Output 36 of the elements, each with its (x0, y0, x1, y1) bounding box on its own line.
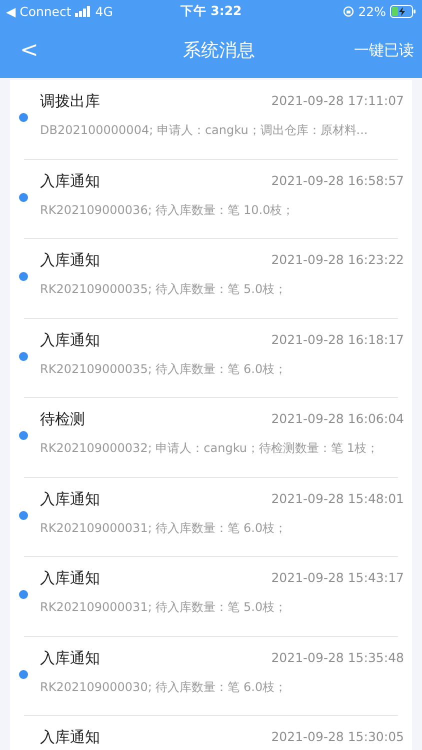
carrier-text: ◀ Connect (6, 4, 72, 18)
message-title: 入库通知 (40, 330, 100, 350)
message-detail: RK202109000031; 待入库数量：笔 6.0枝； (40, 520, 288, 536)
message-detail: RK202109000035; 待入库数量：笔 5.0枝； (40, 281, 288, 298)
clock-text: 下午 3:22 (180, 2, 242, 20)
message-title: 入库通知 (40, 170, 100, 190)
back-button[interactable]: < (14, 38, 44, 62)
message-time: 2021-09-28 15:35:48 (271, 648, 404, 666)
signal-icon (75, 6, 92, 16)
message-time: 2021-09-28 15:48:01 (271, 490, 404, 508)
message-detail: RK202109000032; 申请人：cangku；待检测数量：笔 1枝； (40, 440, 380, 457)
mark-all-read-button[interactable]: 一键已读 (354, 40, 414, 60)
message-title: 入库通知 (40, 250, 100, 270)
message-time: 2021-09-28 16:18:17 (271, 330, 404, 348)
message-time: 2021-09-28 16:58:57 (271, 172, 404, 190)
message-detail: RK202109000031; 待入库数量：笔 5.0枝； (40, 599, 288, 616)
battery-icon (390, 4, 416, 18)
page-title: 系统消息 (183, 39, 256, 62)
message-title: 入库通知 (40, 488, 100, 508)
message-title: 入库通知 (40, 568, 100, 588)
message-time: 2021-09-28 16:06:04 (271, 410, 404, 428)
message-title: 调拨出库 (40, 91, 100, 111)
message-detail: DB202100000004; 申请人：cangku；调出仓库：原材料... (40, 122, 369, 139)
network-text: 4G (95, 4, 113, 18)
message-title: 待检测 (40, 409, 85, 429)
message-title: 入库通知 (40, 648, 100, 668)
message-detail: RK202109000036; 待入库数量：笔 10.0枝； (40, 202, 296, 218)
message-detail: RK202109000030; 待入库数量：笔 6.0枝； (40, 678, 288, 696)
message-time: 2021-09-28 15:30:05 (271, 728, 404, 746)
rotation-lock-icon (343, 6, 354, 16)
message-time: 2021-09-28 16:23:22 (271, 251, 404, 269)
message-detail: RK202109000035; 待入库数量：笔 6.0枝； (40, 360, 288, 378)
message-time: 2021-09-28 17:11:07 (271, 92, 404, 110)
message-title: 入库通知 (40, 727, 100, 747)
message-time: 2021-09-28 15:43:17 (271, 569, 404, 587)
battery-text: 22% (358, 4, 386, 18)
